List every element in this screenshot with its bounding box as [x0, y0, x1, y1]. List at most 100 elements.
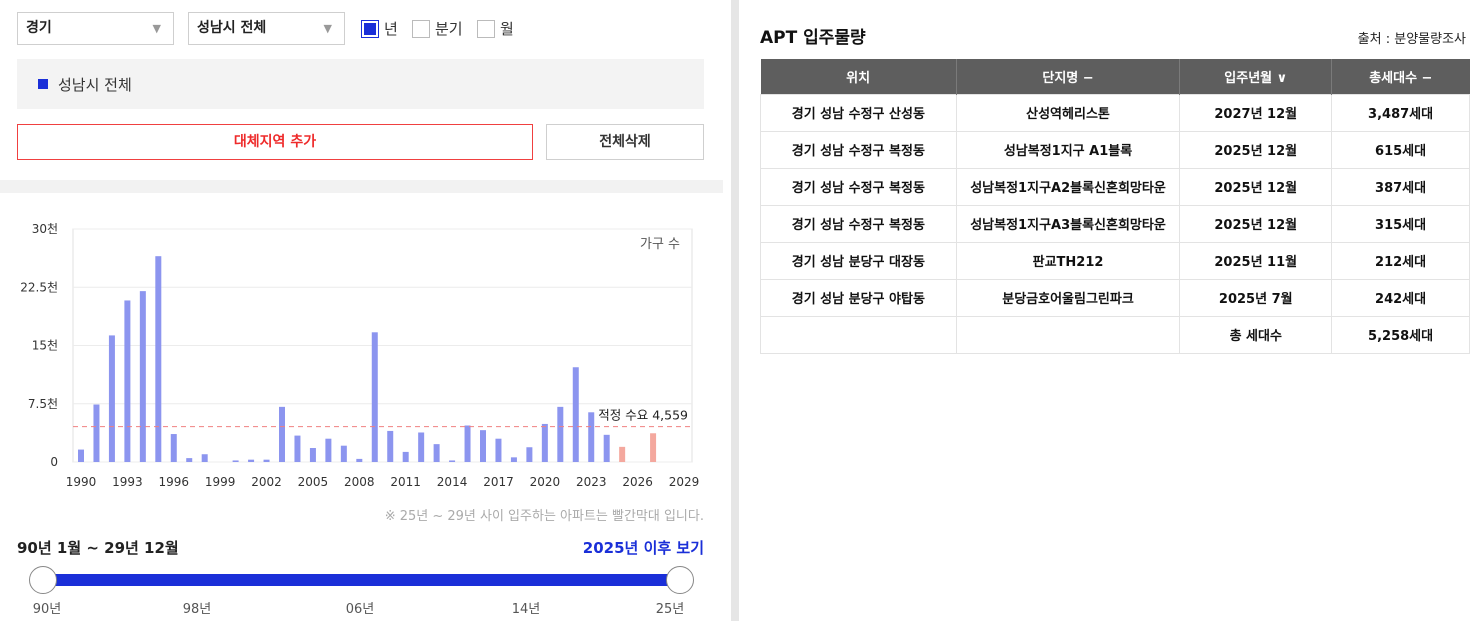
- checkbox-icon[interactable]: [412, 19, 430, 38]
- bar-2005: [309, 448, 316, 462]
- bar-2009: [371, 332, 378, 462]
- bar-2004: [294, 435, 301, 462]
- bar-2025: [619, 446, 626, 462]
- cell-complex: 산성역헤리스톤: [955, 93, 1181, 132]
- x-tick-label: 2017: [483, 475, 514, 489]
- supply-bar-chart: 0 7.5천 15천 22.5천 30천 1990 1993 1996 1999 2002 2005…: [20, 221, 700, 489]
- column-header-complex[interactable]: 단지명 −: [956, 59, 1181, 94]
- cell-location: 경기 성남 분당구 대장동: [760, 241, 957, 280]
- province-select[interactable]: 경기 ▼: [17, 12, 174, 45]
- cell-units: 212세대: [1331, 241, 1470, 280]
- bar-2027: [650, 433, 657, 462]
- x-tick-label: 2020: [530, 475, 561, 489]
- table-row: 경기 성남 분당구 대장동 판교TH212 2025년 11월 212세대: [760, 241, 1470, 280]
- bar-2002: [263, 459, 270, 462]
- checkbox-icon[interactable]: [361, 19, 379, 38]
- bar-2007: [340, 445, 347, 462]
- cell-location: 경기 성남 분당구 야탑동: [760, 278, 957, 317]
- x-tick-label: 1993: [112, 475, 143, 489]
- total-value: 5,258세대: [1331, 315, 1470, 354]
- y-tick-label: 0: [50, 455, 58, 469]
- right-panel: APT 입주물량 출처 : 분양물량조사 위치 단지명 − 입주년월 ∨ 총세대…: [739, 0, 1473, 621]
- period-option-quarter[interactable]: 분기: [412, 19, 463, 38]
- bar-2018: [510, 457, 517, 462]
- bar-1990: [78, 449, 84, 462]
- bar-2022: [572, 367, 579, 462]
- cell-move-in: 2025년 12월: [1179, 204, 1333, 243]
- x-tick-label: 2026: [622, 475, 653, 489]
- bar-1994: [139, 291, 146, 462]
- city-select-value: 성남시 전체: [197, 20, 267, 36]
- x-tick-label: 2029: [669, 475, 700, 489]
- cell-location: 경기 성남 수정구 복정동: [760, 130, 957, 169]
- slider-tick-label: 06년: [345, 602, 375, 617]
- bar-2008: [356, 458, 363, 462]
- cell-location: 경기 성남 수정구 산성동: [760, 93, 957, 132]
- selected-region-label: 성남시 전체: [58, 75, 132, 94]
- y-tick-label: 22.5천: [20, 279, 58, 294]
- period-option-label: 분기: [435, 20, 463, 38]
- period-option-year[interactable]: 년: [361, 19, 398, 38]
- total-label: 총 세대수: [1179, 315, 1333, 354]
- view-after-2025-link[interactable]: 2025년 이후 보기: [583, 537, 704, 558]
- table-row: 경기 성남 수정구 산성동 산성역헤리스톤 2027년 12월 3,487세대: [760, 93, 1470, 132]
- add-region-button[interactable]: 대체지역 추가: [17, 124, 533, 160]
- clear-all-button[interactable]: 전체삭제: [546, 124, 704, 160]
- column-header-units[interactable]: 총세대수 −: [1331, 59, 1470, 94]
- section-divider: [0, 180, 723, 193]
- bar-2006: [325, 438, 332, 462]
- y-axis-label: 가구 수: [640, 237, 680, 252]
- cell-complex: 성남복정1지구A2블록신혼희망타운: [955, 167, 1181, 206]
- cell-move-in: 2025년 11월: [1179, 241, 1333, 280]
- bar-1996: [170, 434, 177, 462]
- period-option-label: 년: [384, 20, 398, 38]
- data-source-label: 출처 : 분양물량조사: [1357, 32, 1466, 47]
- cell-location: 경기 성남 수정구 복정동: [760, 204, 957, 243]
- cell-complex: 성남복정1지구 A1블록: [955, 130, 1181, 169]
- x-tick-label: 2005: [298, 475, 329, 489]
- period-option-month[interactable]: 월: [477, 19, 514, 38]
- bar-2017: [495, 438, 502, 462]
- reference-line-label: 적정 수요 4,559: [598, 408, 688, 423]
- bar-1992: [108, 335, 115, 462]
- bar-2010: [387, 430, 394, 462]
- cell-units: 387세대: [1331, 167, 1470, 206]
- cell-location: 경기 성남 수정구 복정동: [760, 167, 957, 206]
- table-row: 경기 성남 수정구 복정동 성남복정1지구A3블록신혼희망타운 2025년 12월 3…: [760, 204, 1470, 243]
- chevron-down-icon: ▼: [152, 22, 161, 35]
- cell-complex: 분당금호어울림그린파크: [955, 278, 1181, 317]
- range-slider-start-handle[interactable]: [29, 566, 57, 594]
- slider-tick-label: 90년: [32, 602, 62, 617]
- bar-2013: [433, 444, 440, 462]
- left-panel: 경기 ▼ 성남시 전체 ▼ 년 분기 월 성남시 전체 대체지역 추가 전체삭제…: [0, 0, 723, 621]
- bar-2021: [557, 406, 564, 462]
- table-header-row: 위치 단지명 − 입주년월 ∨ 총세대수 −: [760, 59, 1470, 94]
- bar-2015: [464, 425, 471, 462]
- legend-square-icon: [38, 79, 48, 89]
- table-row: 경기 성남 분당구 야탑동 분당금호어울림그린파크 2025년 7월 242세대: [760, 278, 1470, 317]
- bar-2003: [279, 406, 285, 462]
- empty-cell: [955, 315, 1181, 354]
- supply-table: 위치 단지명 − 입주년월 ∨ 총세대수 − 경기 성남 수정구 산성동 산성역헤…: [760, 59, 1470, 354]
- cell-complex: 성남복정1지구A3블록신혼희망타운: [955, 204, 1181, 243]
- bar-2014: [449, 460, 456, 462]
- cell-units: 315세대: [1331, 204, 1470, 243]
- y-tick-label: 7.5천: [28, 396, 58, 411]
- empty-cell: [760, 315, 957, 354]
- x-tick-label: 2008: [344, 475, 375, 489]
- bar-2012: [418, 432, 425, 462]
- cell-units: 242세대: [1331, 278, 1470, 317]
- chevron-down-icon: ▼: [323, 22, 332, 35]
- province-select-value: 경기: [26, 20, 52, 36]
- checkbox-icon[interactable]: [477, 19, 495, 38]
- selected-region-bar: 성남시 전체: [17, 59, 704, 109]
- table-row: 경기 성남 수정구 복정동 성남복정1지구 A1블록 2025년 12월 615세대: [760, 130, 1470, 169]
- bar-2000: [232, 460, 239, 462]
- date-range-label: 90년 1월 ~ 29년 12월: [17, 539, 179, 557]
- column-header-location: 위치: [760, 59, 957, 94]
- x-tick-label: 2023: [576, 475, 607, 489]
- range-slider-track[interactable]: [43, 574, 680, 586]
- range-slider-end-handle[interactable]: [666, 566, 694, 594]
- city-select[interactable]: 성남시 전체 ▼: [188, 12, 345, 45]
- column-header-move-in[interactable]: 입주년월 ∨: [1179, 59, 1333, 94]
